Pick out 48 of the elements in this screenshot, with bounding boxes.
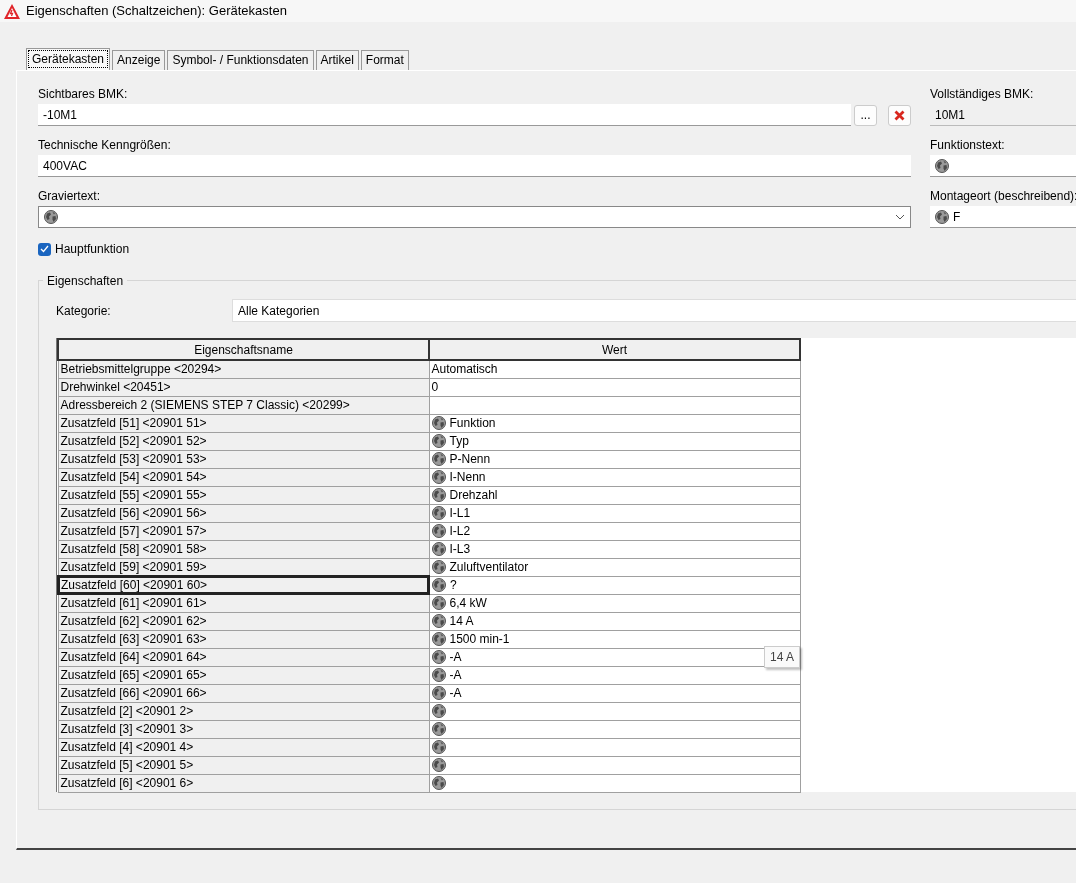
tab[interactable]: Gerätekasten [26,48,111,70]
property-value[interactable]: ? [450,577,457,593]
field-label: Graviertext: [38,188,101,205]
property-value[interactable]: Drehzahl [449,487,498,503]
tab[interactable]: Symbol- / Funktionsdaten [167,50,314,70]
input-field[interactable]: -10M1 [38,104,851,126]
clear-button[interactable] [888,104,911,126]
tab[interactable]: Artikel [315,50,359,70]
property-value[interactable]: I-L2 [449,523,471,539]
column-header[interactable]: Eigenschaftsname [58,339,429,360]
property-value[interactable]: Funktion [449,415,496,431]
window-title: Eigenschaften (Schaltzeichen): Gerätekasten [26,2,287,21]
property-value[interactable]: 6,4 kW [449,595,487,611]
property-value[interactable]: Typ [449,433,469,449]
input-field[interactable]: 400VAC [38,155,911,177]
warning-logo-icon [4,3,20,19]
property-value[interactable]: -A [449,649,462,665]
field-label: Sichtbares BMK: [38,86,129,103]
property-value[interactable]: -A [449,685,462,701]
field-label: Funktionstext: [930,137,1006,154]
property-value[interactable]: 1500 min-1 [449,631,510,647]
field-label: Technische Kenngrößen: [38,137,172,154]
property-value[interactable]: 14 A [449,613,474,629]
property-value[interactable]: I-L1 [449,505,471,521]
tooltip: 14 A [764,646,801,668]
property-value[interactable]: Automatisch [431,361,498,378]
field-label: Vollständiges BMK: [930,86,1035,103]
x-icon [894,109,905,121]
property-value[interactable]: Zuluftventilator [449,559,529,575]
more-button[interactable]: ... [854,104,877,126]
input-field[interactable]: F [930,206,1076,228]
field-label: Kategorie: [56,302,112,320]
column-header[interactable]: Wert [429,339,800,360]
property-name[interactable]: Zusatzfeld [60] <20901 60> [58,576,429,594]
property-value[interactable]: P-Nenn [449,451,491,467]
property-value[interactable]: -A [449,667,462,683]
tab[interactable]: Format [360,50,409,70]
checkbox[interactable] [38,242,51,256]
checkbox-label: Hauptfunktion [55,241,130,258]
property-value[interactable]: 0 [431,379,439,395]
chevron-down-icon [895,214,905,220]
input-field[interactable] [930,155,1076,177]
property-value[interactable]: I-Nenn [449,469,486,485]
category-field[interactable]: Alle Kategorien [232,299,1076,322]
tab[interactable]: Anzeige [112,50,166,70]
field-label: Montageort (beschreibend): [930,188,1076,205]
dropdown-field[interactable] [38,206,911,228]
property-value[interactable]: I-L3 [449,541,471,557]
